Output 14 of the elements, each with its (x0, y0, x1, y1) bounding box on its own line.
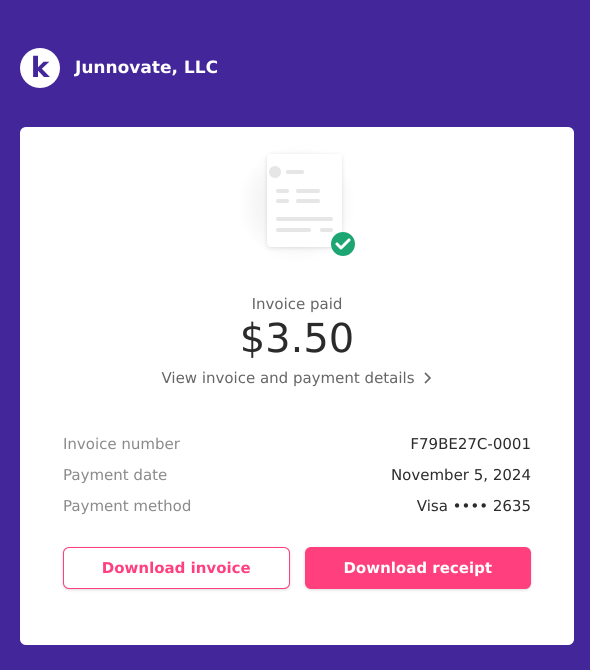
detail-label: Payment method (63, 496, 192, 517)
company-name: Junnovate, LLC (75, 58, 218, 78)
detail-label: Invoice number (63, 434, 180, 455)
amount: $3.50 (240, 315, 354, 363)
detail-label: Payment date (63, 465, 168, 486)
logo: k (20, 48, 60, 88)
detail-value: Visa •••• 2635 (416, 496, 531, 517)
details-link[interactable]: View invoice and payment details (161, 369, 433, 387)
download-button[interactable]: Download receipt (304, 547, 531, 589)
detail-value: November 5, 2024 (390, 465, 531, 486)
status-label: Invoice paid (252, 295, 342, 313)
download-button[interactable]: Download invoice (63, 547, 290, 589)
chevron-right-icon (422, 371, 433, 385)
detail-value: F79BE27C-0001 (410, 434, 531, 455)
